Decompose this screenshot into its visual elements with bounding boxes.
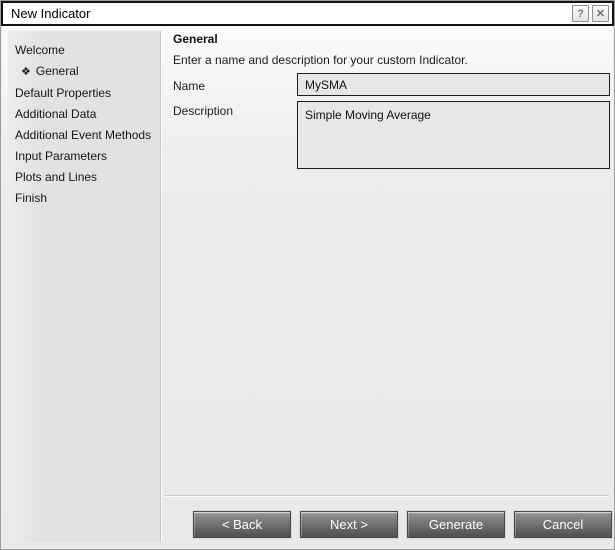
sidebar-item-input-parameters[interactable]: Input Parameters xyxy=(8,146,160,167)
new-indicator-dialog: New Indicator ? ✕ Welcome ❖ General Defau… xyxy=(0,0,615,550)
sidebar-item-finish[interactable]: Finish xyxy=(8,188,160,209)
description-label: Description xyxy=(173,104,233,118)
window-title: New Indicator xyxy=(11,6,569,21)
sidebar-item-default-properties[interactable]: Default Properties xyxy=(8,83,160,104)
sidebar-item-additional-event-methods[interactable]: Additional Event Methods xyxy=(8,125,160,146)
cancel-button[interactable]: Cancel xyxy=(514,511,612,538)
generate-button[interactable]: Generate xyxy=(407,511,505,538)
name-label: Name xyxy=(173,79,205,93)
footer-button-row: < Back Next > Generate Cancel xyxy=(193,511,612,538)
help-button[interactable]: ? xyxy=(572,5,589,22)
close-button[interactable]: ✕ xyxy=(592,5,609,22)
sidebar-item-plots-and-lines[interactable]: Plots and Lines xyxy=(8,167,160,188)
page-title: General xyxy=(173,32,218,46)
sidebar-item-label: General xyxy=(36,64,79,78)
footer-separator xyxy=(164,495,609,497)
back-button[interactable]: < Back xyxy=(193,511,291,538)
page-description: Enter a name and description for your cu… xyxy=(173,53,468,67)
name-input[interactable] xyxy=(297,73,610,96)
next-button[interactable]: Next > xyxy=(300,511,398,538)
sidebar-item-general[interactable]: ❖ General xyxy=(8,61,160,83)
sidebar-item-additional-data[interactable]: Additional Data xyxy=(8,104,160,125)
current-step-icon: ❖ xyxy=(21,66,31,78)
description-input[interactable]: Simple Moving Average xyxy=(297,101,610,169)
wizard-steps-sidebar: Welcome ❖ General Default Properties Addi… xyxy=(8,31,161,542)
sidebar-item-welcome[interactable]: Welcome xyxy=(8,40,160,61)
titlebar[interactable]: New Indicator ? ✕ xyxy=(1,1,614,26)
